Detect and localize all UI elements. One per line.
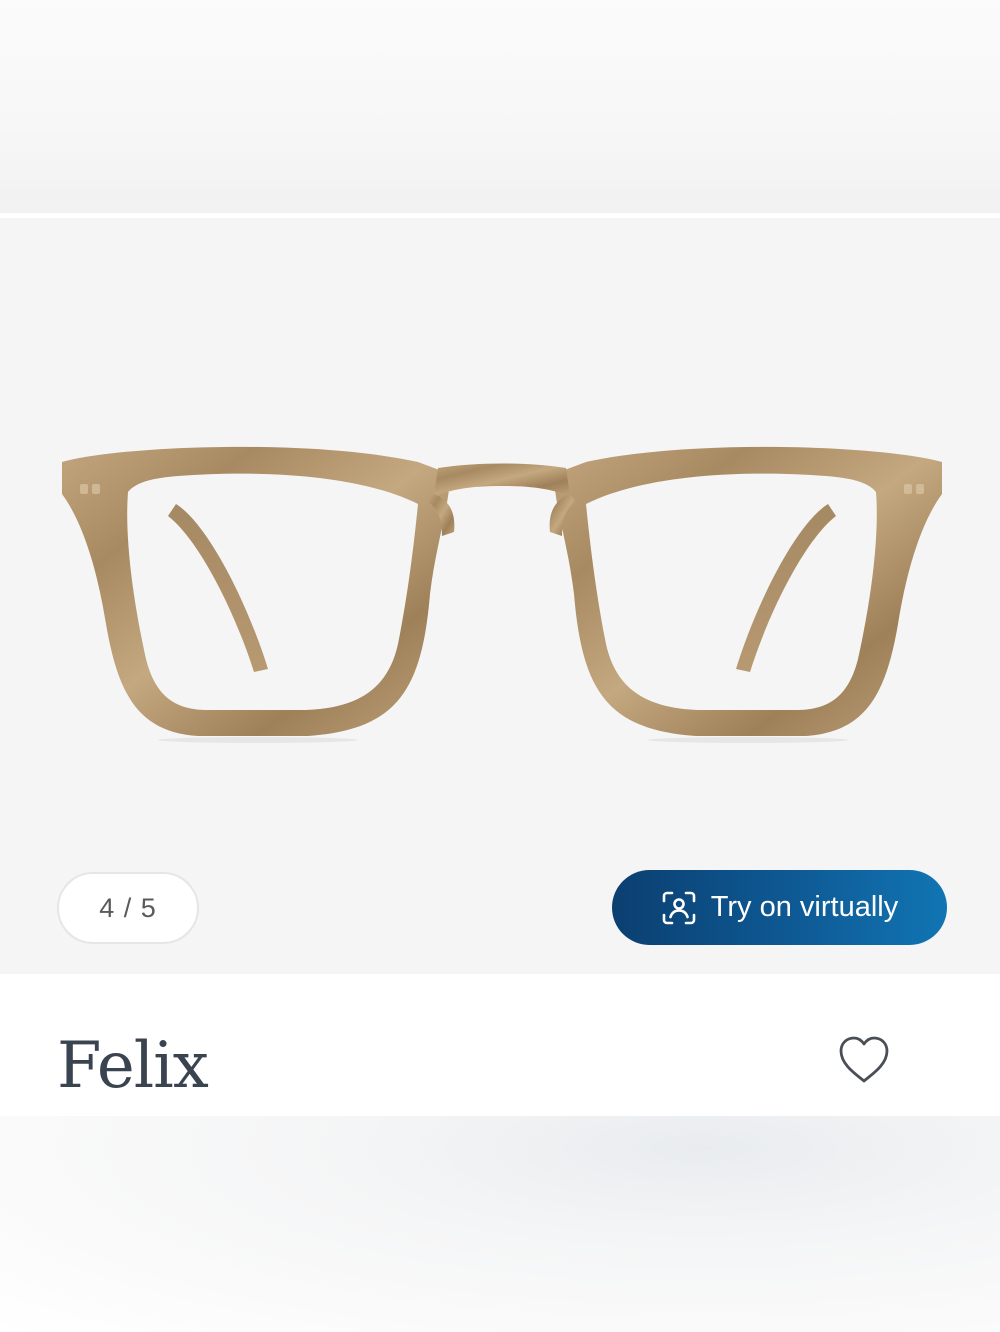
top-blurred-region — [0, 0, 1000, 213]
product-title: Felix — [57, 1029, 209, 1103]
product-page: 4 / 5 Try on virtually Felix — [0, 0, 1000, 1332]
bottom-blurred-region — [0, 1116, 1000, 1332]
product-image — [62, 446, 942, 743]
product-info: Felix — [0, 974, 1000, 1116]
face-scan-icon — [661, 890, 697, 926]
image-counter: 4 / 5 — [57, 872, 199, 944]
try-on-label: Try on virtually — [710, 891, 899, 923]
product-image-gallery[interactable]: 4 / 5 Try on virtually — [0, 218, 1000, 974]
heart-icon — [839, 1036, 889, 1083]
image-counter-text: 4 / 5 — [99, 892, 157, 923]
favorite-button[interactable] — [836, 1032, 892, 1088]
try-on-virtually-button[interactable]: Try on virtually — [612, 870, 947, 945]
